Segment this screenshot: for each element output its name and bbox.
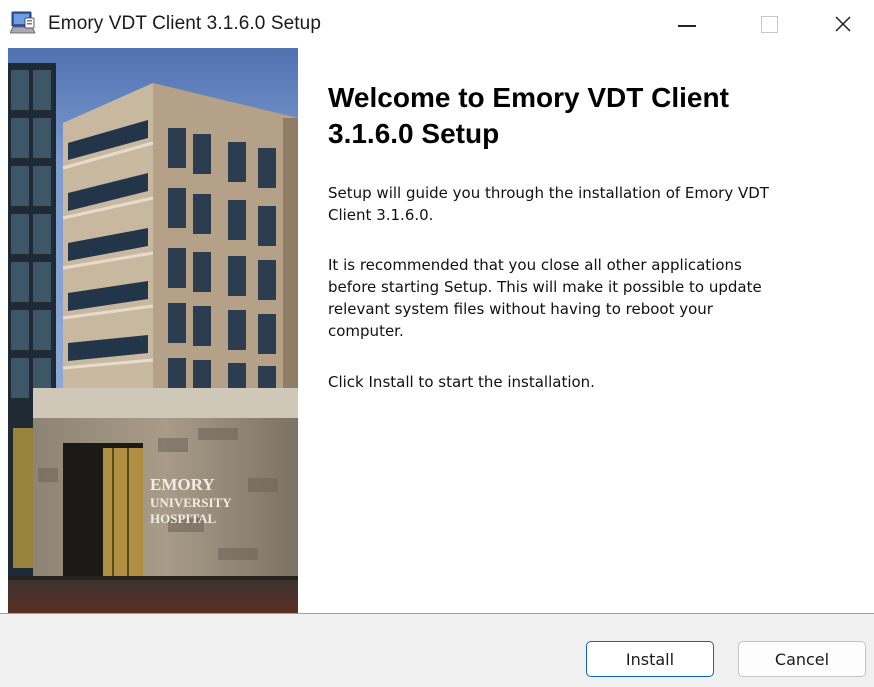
sign-line-hospital: HOSPITAL [150, 511, 217, 526]
welcome-heading: Welcome to Emory VDT Client 3.1.6.0 Setu… [328, 80, 848, 152]
minimize-icon [678, 25, 696, 27]
title-bar: Emory VDT Client 3.1.6.0 Setup [0, 0, 874, 48]
sign-line-emory: EMORY [150, 475, 215, 494]
instruction-paragraph: Click Install to start the installation. [328, 373, 595, 391]
paragraph-line: before starting Setup. This will make it… [328, 278, 762, 296]
maximize-button[interactable] [738, 0, 800, 48]
sign-line-university: UNIVERSITY [150, 495, 232, 510]
installer-computer-icon [9, 10, 36, 36]
hospital-banner-image: EMORY UNIVERSITY HOSPITAL [8, 48, 298, 613]
minimize-button[interactable] [656, 0, 718, 48]
paragraph-line: Client 3.1.6.0. [328, 206, 434, 224]
welcome-heading-line: Welcome to Emory VDT Client [328, 82, 729, 113]
paragraph-line: Setup will guide you through the install… [328, 184, 769, 202]
button-bar: Install Cancel [0, 613, 874, 687]
cancel-button[interactable]: Cancel [738, 641, 866, 677]
maximize-icon [760, 15, 778, 33]
welcome-heading-line: 3.1.6.0 Setup [328, 118, 500, 149]
intro-paragraph: Setup will guide you through the install… [328, 182, 848, 226]
close-icon [835, 16, 851, 32]
recommendation-paragraph: It is recommended that you close all oth… [328, 254, 848, 342]
paragraph-line: It is recommended that you close all oth… [328, 256, 742, 274]
close-button[interactable] [812, 0, 874, 48]
paragraph-line: relevant system files without having to … [328, 300, 713, 318]
window-title: Emory VDT Client 3.1.6.0 Setup [48, 13, 321, 34]
welcome-content: Welcome to Emory VDT Client 3.1.6.0 Setu… [298, 48, 874, 613]
install-button[interactable]: Install [586, 641, 714, 677]
paragraph-line: computer. [328, 322, 404, 340]
